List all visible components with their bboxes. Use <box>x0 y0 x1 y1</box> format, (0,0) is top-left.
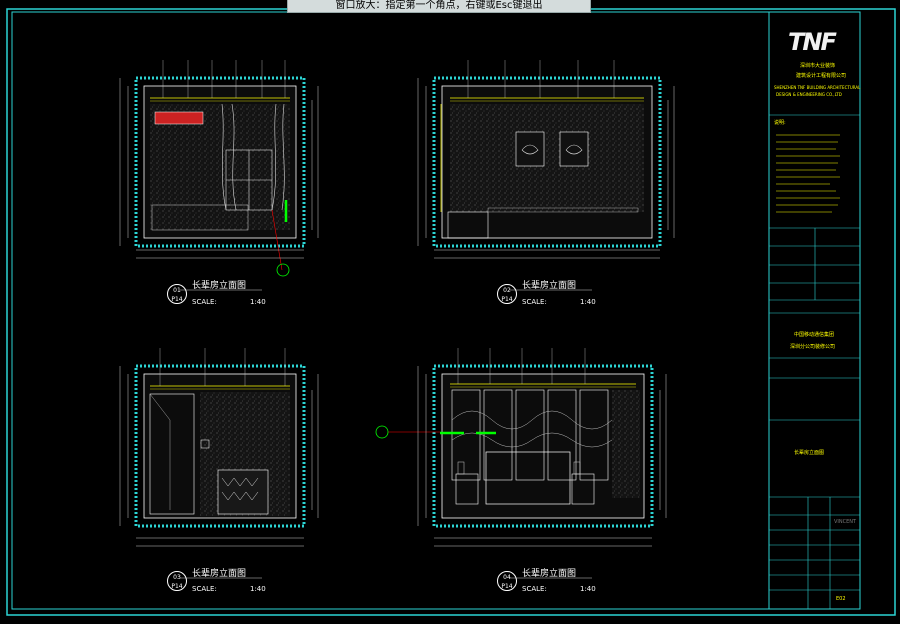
cad-drawing-canvas[interactable] <box>0 0 900 624</box>
company-name-cn-1: 深圳市大业装饰 <box>800 63 836 69</box>
elevation-01-title: 长辈房立面图 <box>192 281 247 291</box>
company-name-cn-2: 建筑设计工程有限公司 <box>796 73 847 79</box>
elevation-02-scale-ratio: 1:40 <box>580 298 596 306</box>
company-logo: TNF <box>788 28 837 56</box>
elevation-01-scale-label: SCALE: <box>192 298 217 306</box>
client-name: 中国移动通信集团 <box>794 332 835 338</box>
elevation-04-number: 04 <box>503 574 511 581</box>
elevation-02-scale-label: SCALE: <box>522 298 547 306</box>
elevation-02-badge: 02 P14 <box>497 284 517 304</box>
elevation-03-scale-label: SCALE: <box>192 585 217 593</box>
elevation-03-badge: 03 P14 <box>167 571 187 591</box>
elevation-01-number: 01 <box>173 287 181 294</box>
client-name-2: 深圳分公司装修公司 <box>790 344 836 350</box>
company-name-en-2: DESIGN & ENGINEERING CO.,LTD <box>776 92 842 97</box>
elevation-01-sheet: P14 <box>171 296 183 303</box>
elevation-01-badge: 01 P14 <box>167 284 187 304</box>
elevation-03-title: 长辈房立面图 <box>192 569 247 579</box>
elevation-04-scale-label: SCALE: <box>522 585 547 593</box>
elevation-01-drawing <box>119 60 319 277</box>
elevation-04-sheet: P14 <box>501 583 513 590</box>
elevation-03-number: 03 <box>173 574 181 581</box>
drawing-name: 长辈房立面图 <box>794 450 825 456</box>
elevation-02-title: 长辈房立面图 <box>522 281 577 291</box>
command-prompt-tooltip: 窗口放大：指定第一个角点，右键或Esc键退出 <box>287 0 591 13</box>
sheet-number: E02 <box>836 596 846 602</box>
elevation-02-number: 02 <box>503 287 511 294</box>
notes-heading: 说明: <box>774 120 786 126</box>
designer-signature: VINCENT <box>834 519 857 525</box>
elevation-04-title: 长辈房立面图 <box>522 569 577 579</box>
company-name-en-1: SHENZHEN TNF BUILDING ARCHITECTURAL <box>774 85 861 90</box>
elevation-01-scale-ratio: 1:40 <box>250 298 266 306</box>
elevation-03-scale-ratio: 1:40 <box>250 585 266 593</box>
elevation-02-sheet: P14 <box>501 296 513 303</box>
elevation-03-drawing <box>119 348 319 547</box>
elevation-04-badge: 04 P14 <box>497 571 517 591</box>
elevation-03-sheet: P14 <box>171 583 183 590</box>
elevation-04-drawing <box>375 348 667 547</box>
elevation-02-drawing <box>417 60 675 259</box>
elevation-04-scale-ratio: 1:40 <box>580 585 596 593</box>
